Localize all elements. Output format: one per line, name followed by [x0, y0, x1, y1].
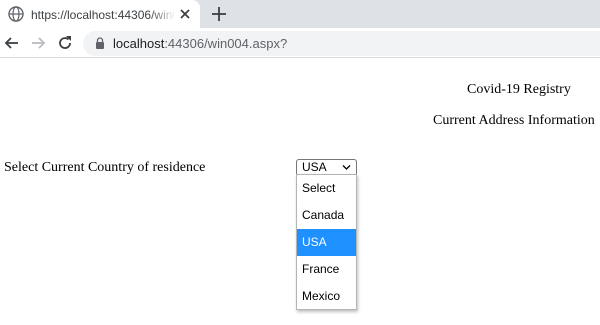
url-path: :44306/win004.aspx?: [164, 36, 288, 51]
country-select-value: USA: [302, 160, 327, 174]
lock-icon[interactable]: [95, 37, 105, 49]
globe-icon: [8, 6, 24, 22]
option-france[interactable]: France: [297, 256, 356, 283]
country-dropdown-list: Select Canada USA France Mexico: [296, 174, 357, 310]
option-select[interactable]: Select: [297, 175, 356, 202]
tab-strip: https://localhost:44306/win004.aspx?: [0, 0, 600, 28]
plus-icon[interactable]: [210, 5, 228, 23]
close-icon[interactable]: [177, 6, 193, 22]
section-subtitle: Current Address Information: [433, 113, 595, 128]
reload-icon[interactable]: [56, 34, 74, 52]
option-canada[interactable]: Canada: [297, 202, 356, 229]
tab-title-fade: [150, 4, 176, 24]
address-bar[interactable]: localhost:44306/win004.aspx?: [83, 31, 600, 56]
back-arrow-icon[interactable]: [3, 34, 21, 52]
forward-arrow-icon[interactable]: [29, 34, 47, 52]
chevron-down-icon: [342, 165, 351, 170]
url-host: localhost: [113, 36, 165, 51]
browser-tab[interactable]: https://localhost:44306/win004.aspx?: [0, 0, 200, 28]
option-mexico[interactable]: Mexico: [297, 283, 356, 310]
page-content: Covid-19 Registry Current Address Inform…: [0, 59, 600, 325]
browser-toolbar: localhost:44306/win004.aspx?: [0, 28, 600, 58]
page-title: Covid-19 Registry: [467, 82, 571, 97]
country-label: Select Current Country of residence: [4, 160, 206, 175]
option-usa[interactable]: USA: [297, 229, 356, 256]
url-text: localhost:44306/win004.aspx?: [113, 36, 287, 51]
